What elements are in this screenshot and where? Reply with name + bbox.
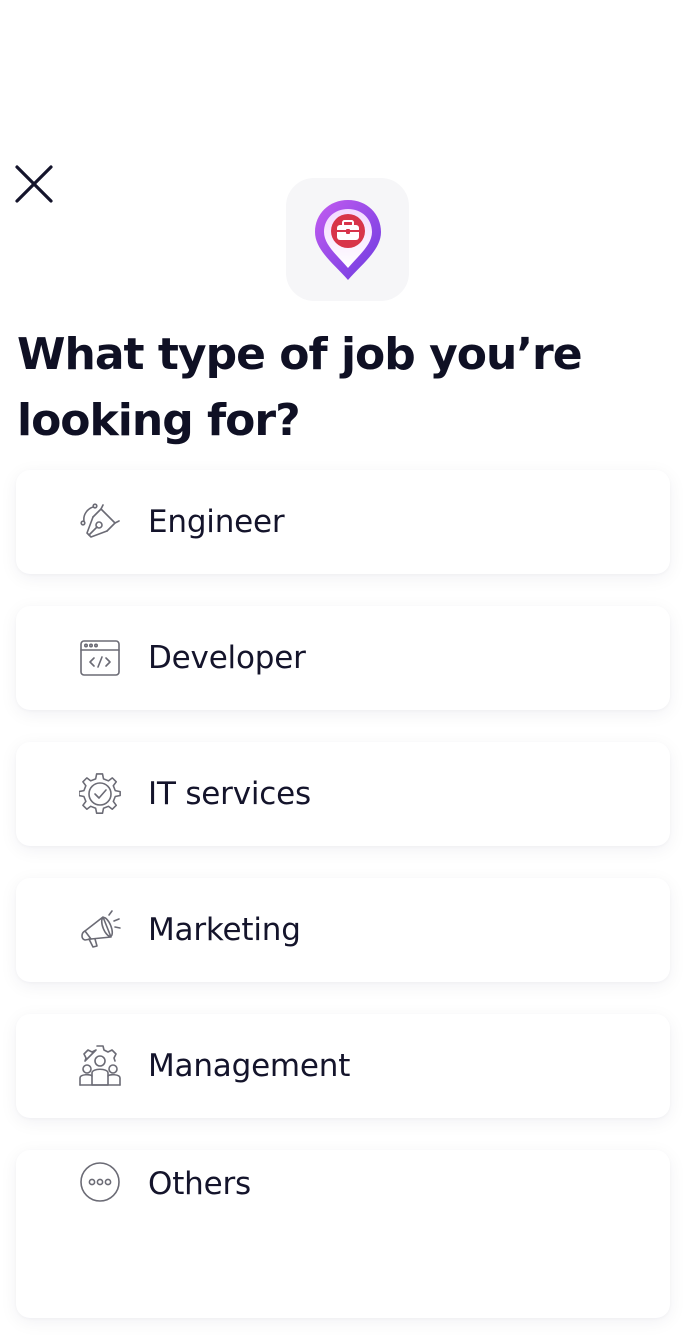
gear-check-icon <box>78 772 122 816</box>
option-it-services[interactable]: IT services <box>16 742 670 846</box>
option-label: Developer <box>148 640 306 676</box>
option-management[interactable]: Management <box>16 1014 670 1118</box>
option-label: Marketing <box>148 912 301 948</box>
team-gear-icon <box>78 1044 122 1088</box>
job-type-list: Engineer Developer IT services Marketing… <box>16 470 670 1338</box>
option-label: IT services <box>148 776 311 812</box>
pen-tool-icon <box>78 500 122 544</box>
option-engineer[interactable]: Engineer <box>16 470 670 574</box>
option-label: Others <box>148 1166 251 1202</box>
close-icon <box>15 165 53 203</box>
option-marketing[interactable]: Marketing <box>16 878 670 982</box>
option-developer[interactable]: Developer <box>16 606 670 710</box>
option-others[interactable]: Others <box>16 1150 670 1318</box>
location-pin-briefcase-icon <box>314 199 381 280</box>
app-logo <box>286 178 409 301</box>
option-label: Engineer <box>148 504 285 540</box>
close-button[interactable] <box>12 162 56 206</box>
option-label: Management <box>148 1048 351 1084</box>
code-window-icon <box>78 636 122 680</box>
more-dots-icon <box>78 1160 122 1204</box>
page-title: What type of job you’re looking for? <box>17 329 583 446</box>
megaphone-icon <box>78 908 122 952</box>
